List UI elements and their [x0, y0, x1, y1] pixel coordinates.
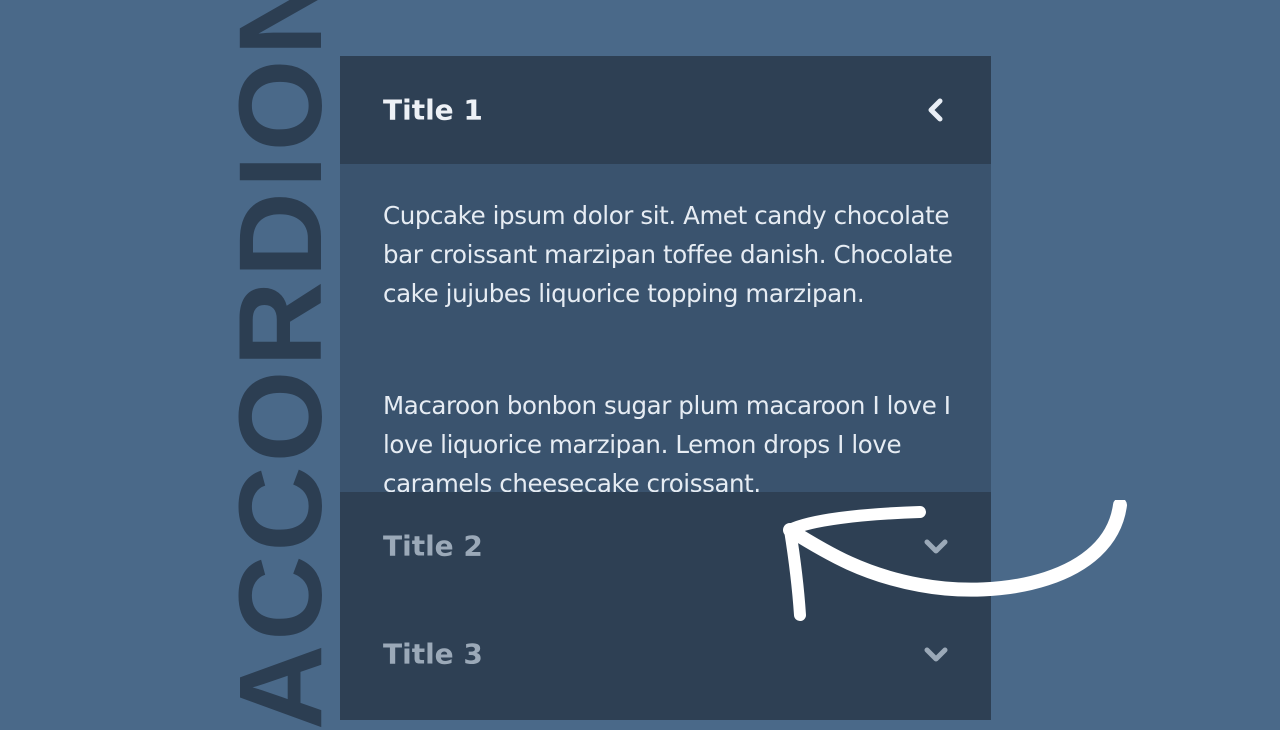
accordion-title-3: Title 3	[383, 637, 483, 671]
panel-paragraph-2: Macaroon bonbon sugar plum macaroon I lo…	[383, 391, 951, 492]
vertical-heading-text: ACCORDION	[215, 0, 347, 730]
accordion-header-1[interactable]: Title 1	[340, 56, 991, 164]
panel-paragraph-1: Cupcake ipsum dolor sit. Amet candy choc…	[383, 201, 953, 308]
accordion-title-2: Title 2	[383, 529, 483, 563]
chevron-left-icon	[928, 98, 943, 122]
accordion-panel-1: Cupcake ipsum dolor sit. Amet candy choc…	[340, 164, 991, 492]
chevron-down-icon	[924, 647, 948, 662]
curved-arrow-icon	[783, 500, 1127, 621]
accordion-title-1: Title 1	[383, 93, 483, 127]
